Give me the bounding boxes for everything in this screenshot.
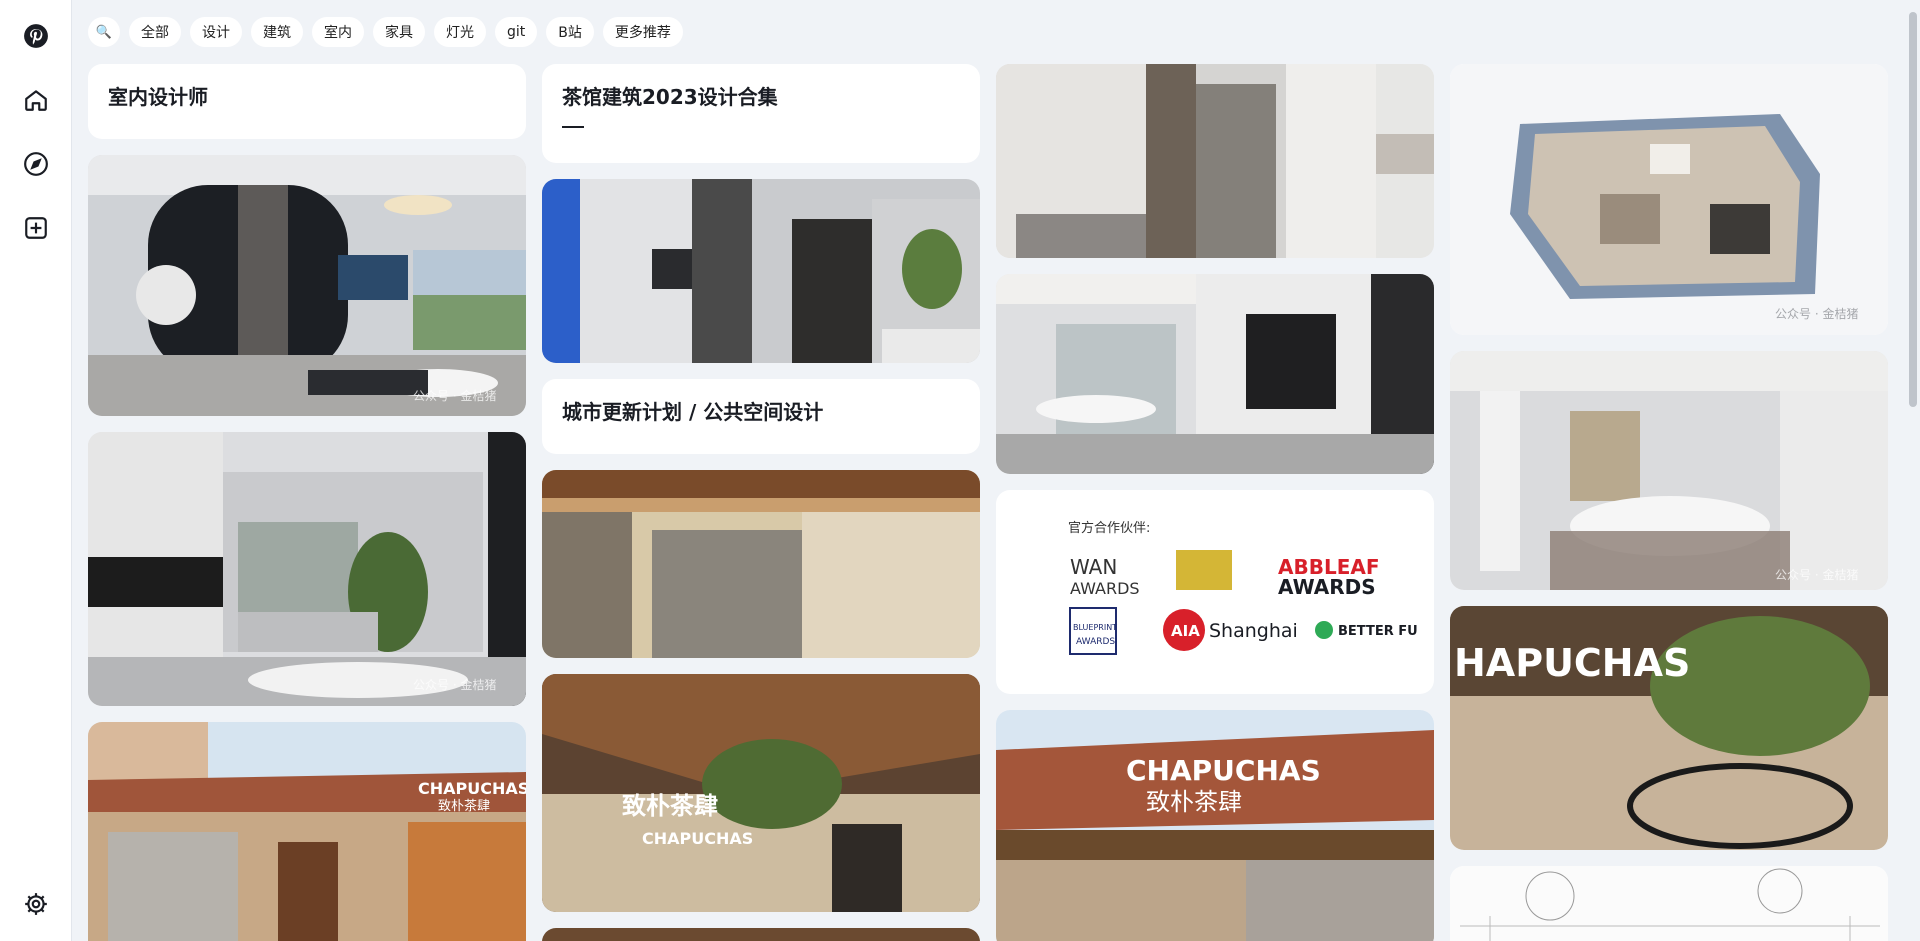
chip-architecture[interactable]: 建筑 [251, 17, 303, 47]
pin-image-chapuchas-exterior[interactable]: CHAPUCHAS 致朴茶肆 [88, 722, 526, 941]
pin-image-chapuchas-stair[interactable]: HAPUCHAS [1450, 606, 1888, 850]
partner-blueprint: BLUEPRINT [1073, 623, 1117, 632]
sign-chinese: 致朴茶肆 [438, 798, 490, 814]
sign-chapuchas: CHAPUCHAS [642, 829, 753, 848]
pin-image-dining-tv-wall[interactable] [996, 274, 1434, 474]
watermark: 公众号 · 金桔猪 [413, 388, 496, 403]
board-title: 茶馆建筑2023设计合集 [562, 85, 778, 109]
better-future-logo-icon [1315, 621, 1333, 639]
home-icon[interactable] [19, 83, 53, 117]
settings-icon[interactable] [19, 887, 53, 921]
partners-heading: 官方合作伙伴: [1068, 520, 1150, 536]
partner-abbleaf-awards: AWARDS [1278, 575, 1376, 599]
pinterest-logo-icon[interactable] [19, 19, 53, 53]
watermark: 公众号 · 金桔猪 [413, 677, 496, 692]
partner-logo-badge [1176, 550, 1232, 590]
partner-shanghai: Shanghai [1209, 620, 1298, 642]
partner-blueprint-awards: AWARDS [1076, 637, 1115, 647]
pin-image-living-room-dark[interactable]: 公众号 · 金桔猪 [88, 155, 526, 416]
sign-chapuchas-partial: HAPUCHAS [1454, 641, 1690, 685]
pin-image-entry-hall[interactable] [996, 64, 1434, 258]
sidebar [0, 0, 72, 941]
pin-image-partial[interactable] [542, 928, 980, 941]
partner-aia: AIA [1171, 622, 1200, 640]
chip-git[interactable]: git [495, 17, 538, 47]
board-title: 城市更新计划 / 公共空间设计 [562, 400, 824, 424]
create-icon[interactable] [19, 211, 53, 245]
watermark: 公众号 · 金桔猪 [1775, 567, 1858, 582]
board-title-card[interactable]: 城市更新计划 / 公共空间设计 [542, 379, 980, 454]
sign-chapuchas: CHAPUCHAS [418, 779, 526, 798]
pin-image-teahouse-interior[interactable]: 致朴茶肆 CHAPUCHAS [542, 674, 980, 912]
sign-chinese: 致朴茶肆 [622, 792, 718, 820]
explore-icon[interactable] [19, 147, 53, 181]
partner-wan-awards: AWARDS [1070, 579, 1140, 598]
chip-interior[interactable]: 室内 [312, 17, 364, 47]
pin-feed: 室内设计师 公众号 · 金桔猪 公众号 · 金桔猪 CHAPUCHAS 致朴茶肆… [88, 64, 1890, 941]
pin-image-sketch-drawing[interactable] [1450, 866, 1888, 941]
board-title-card[interactable]: 茶馆建筑2023设计合集 [542, 64, 980, 163]
pin-image-teahouse-facade[interactable] [542, 470, 980, 658]
chip-furniture[interactable]: 家具 [373, 17, 425, 47]
title-divider [562, 126, 584, 128]
pin-image-white-living-room[interactable]: 公众号 · 金桔猪 [88, 432, 526, 706]
sign-chinese: 致朴茶肆 [1146, 788, 1242, 816]
search-icon[interactable]: 🔍 [88, 17, 120, 47]
pin-image-chapuchas-sign[interactable]: CHAPUCHAS 致朴茶肆 [996, 710, 1434, 941]
partner-wan: WAN [1070, 555, 1117, 579]
watermark: 公众号 · 金桔猪 [1775, 306, 1858, 321]
sign-chapuchas: CHAPUCHAS [1126, 754, 1321, 787]
chip-lighting[interactable]: 灯光 [434, 17, 486, 47]
pin-image-dining-room[interactable]: 公众号 · 金桔猪 [1450, 351, 1888, 590]
chip-bilibili[interactable]: B站 [546, 17, 594, 47]
filter-bar: 🔍 全部 设计 建筑 室内 家具 灯光 git B站 更多推荐 [88, 16, 683, 48]
board-title-card[interactable]: 室内设计师 [88, 64, 526, 139]
chip-more[interactable]: 更多推荐 [602, 17, 683, 47]
board-title: 室内设计师 [108, 85, 208, 109]
scrollbar-thumb[interactable] [1909, 12, 1917, 407]
pin-image-kitchen-cabinets[interactable] [542, 179, 980, 363]
scrollbar[interactable] [1906, 0, 1920, 941]
partner-better-future: BETTER FU [1338, 624, 1418, 639]
pin-image-floor-plan-3d[interactable]: 公众号 · 金桔猪 [1450, 64, 1888, 335]
chip-all[interactable]: 全部 [129, 17, 181, 47]
partners-card[interactable]: 官方合作伙伴: WAN AWARDS ABBLEAF AWARDS BLUEPR… [996, 490, 1434, 694]
chip-design[interactable]: 设计 [190, 17, 242, 47]
